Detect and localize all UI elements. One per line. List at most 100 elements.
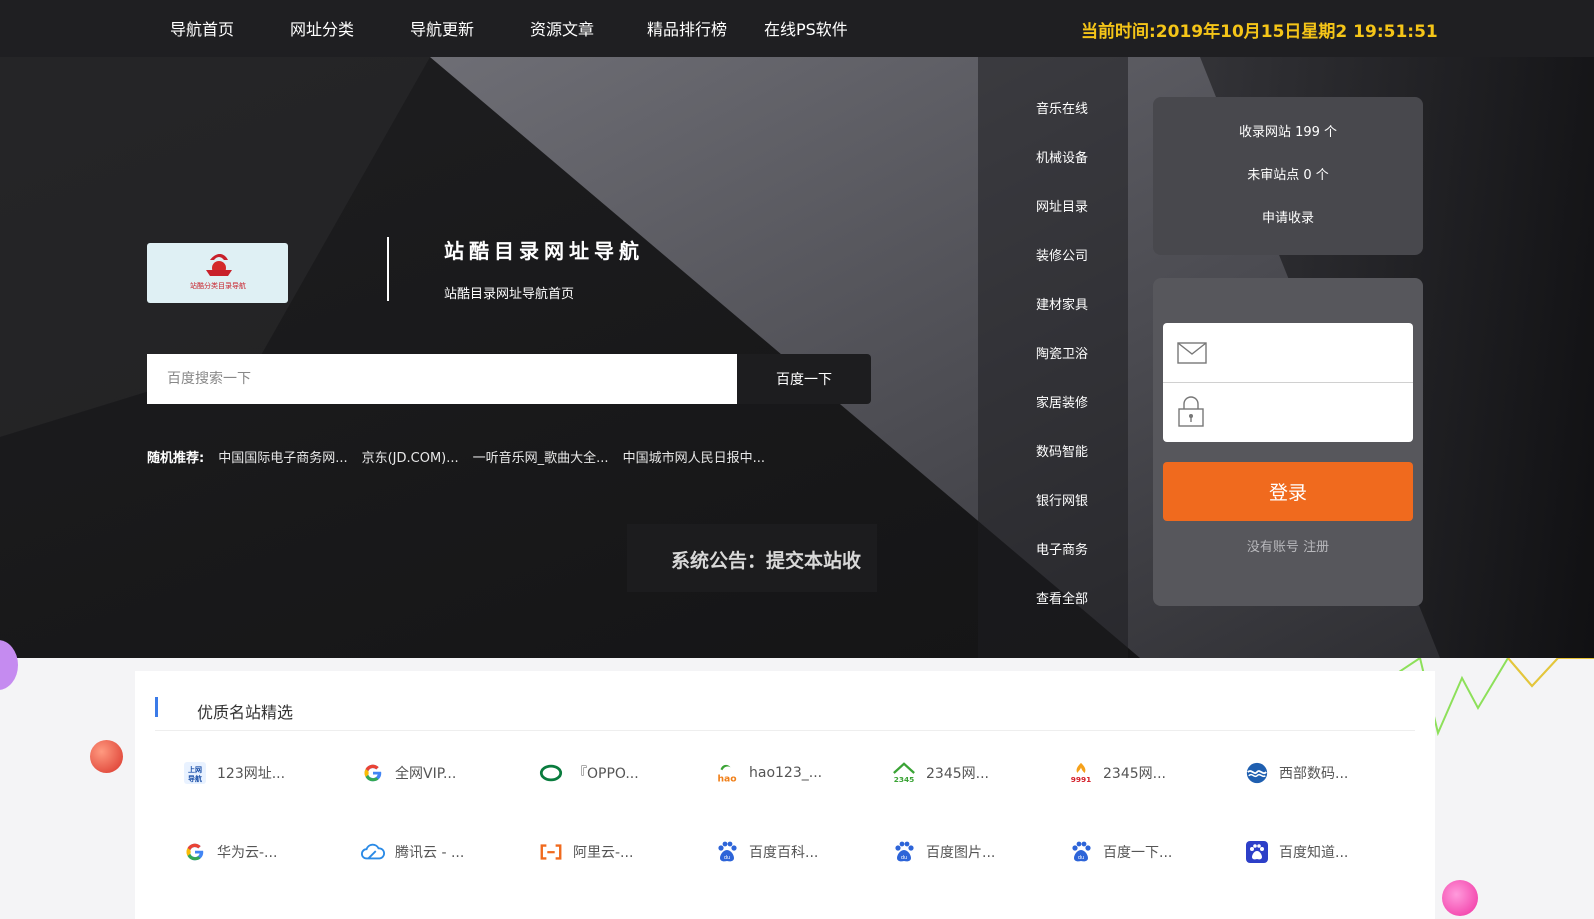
svg-text:9991: 9991 [1071, 775, 1092, 784]
baidu-paw-icon: du [892, 840, 916, 864]
random-recommend: 随机推荐: 中国国际电子商务网... 京东(JD.COM)... 一听音乐网_歌… [147, 447, 765, 466]
mail-icon [1177, 342, 1207, 364]
featured-sites-section: 优质名站精选 上网 导航 123网址... 全网VIP... 『OPPO... h… [135, 671, 1435, 919]
register-prompt: 没有账号 注册 [1153, 536, 1423, 555]
category-digital[interactable]: 数码智能 [1036, 441, 1088, 460]
recommend-link[interactable]: 一听音乐网_歌曲大全... [473, 447, 609, 466]
site-name: 百度图片... [926, 845, 996, 861]
site-name: 百度百科... [749, 845, 819, 861]
site-name: 2345网... [1103, 766, 1166, 782]
nav-home[interactable]: 导航首页 [170, 16, 234, 40]
category-machinery[interactable]: 机械设备 [1036, 147, 1088, 166]
decorative-orb [1442, 880, 1478, 916]
login-card: 登录 没有账号 注册 [1153, 278, 1423, 606]
email-field[interactable] [1215, 333, 1405, 373]
apply-link[interactable]: 申请收录 [1153, 207, 1423, 226]
site-link[interactable]: 上网 导航 123网址... [183, 761, 285, 785]
site-name: 腾讯云 - ... [395, 845, 465, 861]
notice-text: 系统公告：提交本站收 [671, 550, 862, 572]
logo-emblem: 站酷分类目录导航 [190, 254, 246, 290]
svg-text:du: du [1078, 855, 1084, 861]
baidu-paw-icon: du [1069, 840, 1093, 864]
no-account-text: 没有账号 [1246, 540, 1299, 555]
nav-online-ps[interactable]: 在线PS软件 [764, 16, 848, 40]
site-link[interactable]: 腾讯云 - ... [361, 840, 464, 864]
lock-icon [1178, 396, 1204, 427]
site-name: 『OPPO... [573, 766, 639, 782]
site-name: 全网VIP... [395, 766, 457, 782]
logo-lettering: 站酷分类目录导航 [190, 281, 246, 290]
hao123-icon: hao [715, 761, 739, 785]
collected-count: 收录网站 199 个 [1238, 125, 1338, 140]
google-icon [183, 840, 207, 864]
site-link[interactable]: 百度知道... [1245, 840, 1348, 864]
category-ceramics-bath[interactable]: 陶瓷卫浴 [1036, 343, 1088, 362]
svg-text:du: du [724, 855, 730, 861]
site-link[interactable]: 9991 2345网... [1069, 761, 1166, 785]
section-divider [155, 730, 1415, 731]
site-link[interactable]: du 百度百科... [715, 840, 818, 864]
site-link[interactable]: 华为云-... [183, 840, 277, 864]
site-name: 华为云-... [217, 845, 278, 861]
register-link[interactable]: 注册 [1303, 540, 1329, 555]
123-nav-icon: 上网 导航 [183, 761, 207, 785]
site-name: 西部数码... [1279, 766, 1349, 782]
recommend-link[interactable]: 中国城市网人民日报中... [623, 447, 765, 466]
svg-text:2345: 2345 [894, 775, 915, 784]
site-link[interactable]: 西部数码... [1245, 761, 1348, 785]
hero-section: 站酷分类目录导航 站酷目录网址导航 站酷目录网址导航首页 百度一下 随机推荐: … [0, 57, 1594, 658]
category-directory[interactable]: 网址目录 [1036, 196, 1088, 215]
nav-articles[interactable]: 资源文章 [530, 16, 594, 40]
site-link[interactable]: 『OPPO... [539, 761, 639, 785]
site-link[interactable]: 阿里云-... [539, 840, 633, 864]
category-building-materials[interactable]: 建材家具 [1036, 294, 1088, 313]
category-home-decor[interactable]: 家居装修 [1036, 392, 1088, 411]
site-name: 123网址... [217, 766, 286, 782]
site-link[interactable]: 2345 2345网... [892, 761, 989, 785]
field-divider [1163, 382, 1413, 383]
stats-card: 收录网站 199 个 未审站点 0 个 申请收录 [1153, 97, 1423, 255]
site-link[interactable]: du 百度图片... [892, 840, 995, 864]
svg-text:du: du [901, 855, 907, 861]
top-nav: 导航首页 网址分类 导航更新 资源文章 精品排行榜 在线PS软件 当前时间:20… [0, 0, 1594, 57]
site-name: 百度知道... [1279, 845, 1349, 861]
nav-updates[interactable]: 导航更新 [410, 16, 474, 40]
site-logo[interactable]: 站酷分类目录导航 [147, 243, 288, 303]
category-view-all[interactable]: 查看全部 [1036, 588, 1088, 607]
oppo-icon [539, 761, 563, 785]
google-icon [361, 761, 385, 785]
svg-text:上网: 上网 [188, 765, 202, 774]
category-music[interactable]: 音乐在线 [1036, 98, 1088, 117]
site-name: 阿里云-... [573, 845, 634, 861]
search-button[interactable]: 百度一下 [737, 354, 871, 404]
login-button[interactable]: 登录 [1163, 462, 1413, 521]
9991-icon: 9991 [1069, 761, 1093, 785]
recommend-link[interactable]: 中国国际电子商务网... [218, 447, 347, 466]
site-link[interactable]: hao hao123_... [715, 761, 822, 785]
password-field[interactable] [1215, 393, 1405, 433]
system-notice: 系统公告：提交本站收 [627, 524, 877, 592]
2345-house-icon: 2345 [892, 761, 916, 785]
recommend-link[interactable]: 京东(JD.COM)... [362, 447, 459, 466]
baidu-paw-icon: du [715, 840, 739, 864]
category-banking[interactable]: 银行网银 [1036, 490, 1088, 509]
current-time: 当前时间:2019年10月15日星期2 19:51:51 [1081, 22, 1438, 42]
category-decoration-company[interactable]: 装修公司 [1036, 245, 1088, 264]
tencent-cloud-icon [361, 840, 385, 864]
site-link[interactable]: du 百度一下... [1069, 840, 1172, 864]
search-input[interactable] [147, 354, 737, 404]
decorative-orb [90, 740, 123, 773]
site-link[interactable]: 全网VIP... [361, 761, 456, 785]
pending-count: 未审站点 0 个 [1247, 168, 1329, 183]
section-accent-bar [155, 697, 158, 717]
title-divider [387, 237, 389, 301]
site-subtitle: 站酷目录网址导航首页 [444, 287, 575, 302]
aliyun-icon [539, 840, 563, 864]
baidu-zhidao-icon [1245, 840, 1269, 864]
nav-ranking[interactable]: 精品排行榜 [647, 16, 727, 40]
site-name: hao123_... [749, 765, 823, 781]
section-title: 优质名站精选 [197, 703, 294, 722]
category-ecommerce[interactable]: 电子商务 [1036, 539, 1088, 558]
nav-categories[interactable]: 网址分类 [290, 16, 354, 40]
recommend-label: 随机推荐: [147, 451, 205, 466]
